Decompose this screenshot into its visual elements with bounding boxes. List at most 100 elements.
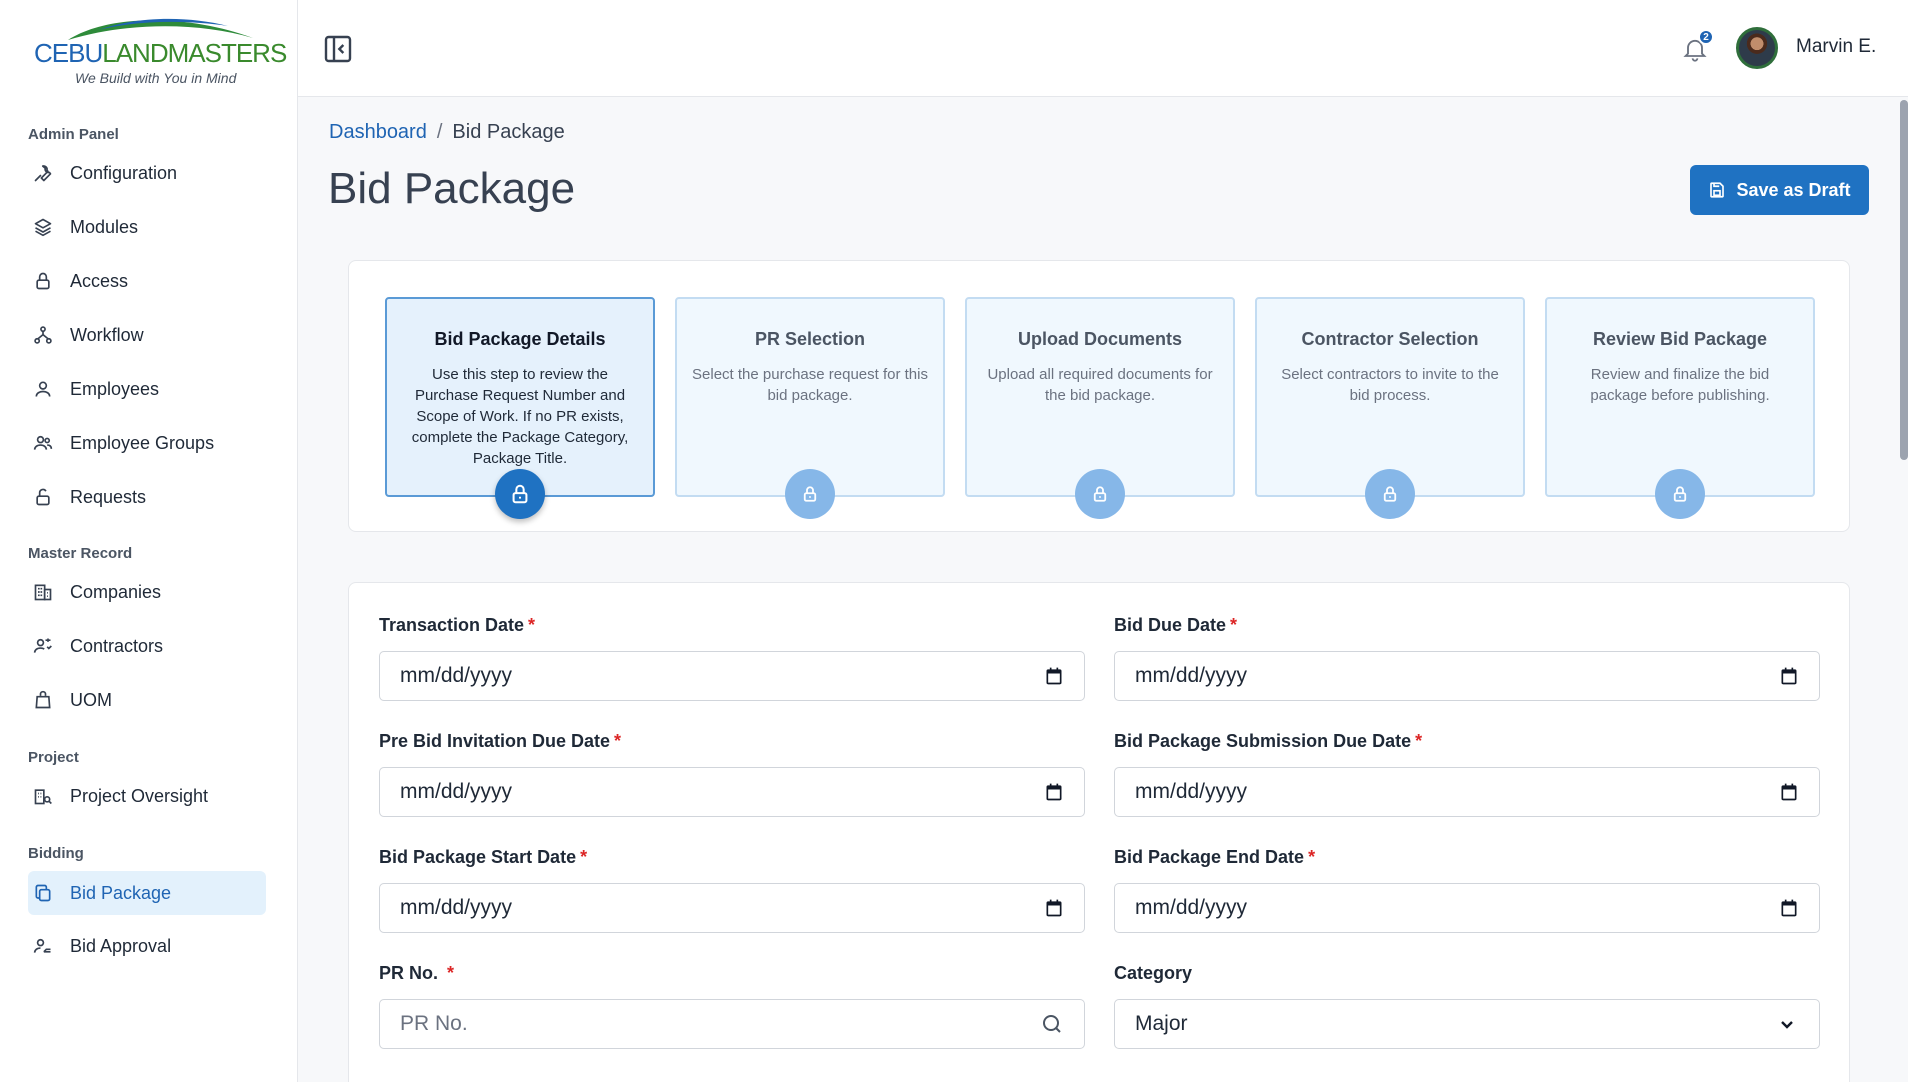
- sidebar-toggle-button[interactable]: [322, 33, 354, 65]
- search-icon[interactable]: [1040, 1012, 1064, 1036]
- save-as-draft-label: Save as Draft: [1736, 179, 1851, 200]
- step-description: Upload all required documents for the bi…: [987, 366, 1213, 404]
- workflow-icon: [32, 324, 54, 346]
- sidebar-item-label: Workflow: [70, 324, 144, 345]
- sidebar-item-requests[interactable]: Requests: [28, 475, 266, 519]
- sidebar-item-label: Bid Package: [70, 882, 172, 903]
- sidebar-item-label: Access: [70, 270, 129, 291]
- step-title: Bid Package Details: [434, 329, 606, 349]
- step-description: Select the purchase request for this bid…: [692, 366, 928, 404]
- page-scrollbar[interactable]: [1900, 100, 1908, 460]
- sidebar-item-label: Employee Groups: [70, 432, 215, 453]
- calendar-icon[interactable]: [1044, 898, 1064, 918]
- nav-section-project: Project: [28, 749, 79, 766]
- pre-bid-invitation-due-date-input[interactable]: mm/dd/yyyy: [379, 767, 1085, 817]
- sidebar-item-configuration[interactable]: Configuration: [28, 151, 266, 195]
- user-icon: [32, 378, 54, 400]
- weight-icon: [32, 689, 54, 711]
- step-title: Review Bid Package: [1592, 329, 1768, 349]
- bid-package-end-date-input[interactable]: mm/dd/yyyy: [1114, 883, 1820, 933]
- save-icon: [1708, 181, 1726, 199]
- user-name[interactable]: Marvin E.: [1796, 36, 1876, 58]
- sidebar-item-label: Project Oversight: [70, 785, 209, 806]
- sidebar-item-employee-groups[interactable]: Employee Groups: [28, 421, 266, 465]
- bid-due-date-input[interactable]: mm/dd/yyyy: [1114, 651, 1820, 701]
- user-avatar[interactable]: [1736, 27, 1778, 69]
- step-description: Review and finalize the bid package befo…: [1590, 366, 1770, 404]
- sidebar-item-label: Requests: [70, 486, 147, 507]
- copy-icon: [32, 882, 54, 904]
- save-as-draft-button[interactable]: Save as Draft: [1690, 165, 1869, 215]
- calendar-icon[interactable]: [1044, 782, 1064, 802]
- approval-icon: [32, 935, 54, 957]
- chevron-down-icon: [1781, 1021, 1793, 1029]
- category-select[interactable]: Major: [1114, 999, 1820, 1049]
- bid-package-submission-due-date-label: Bid Package Submission Due Date *: [1114, 731, 1423, 751]
- calendar-icon[interactable]: [1779, 898, 1799, 918]
- sidebar-item-label: Contractors: [70, 635, 164, 656]
- bid-package-form: Transaction Date * mm/dd/yyyy Bid Due Dat…: [348, 582, 1850, 1082]
- sidebar-item-label: Employees: [70, 378, 160, 399]
- sidebar-item-bid-package[interactable]: Bid Package: [28, 871, 266, 915]
- breadcrumb-dashboard-link[interactable]: Dashboard: [329, 121, 427, 143]
- bid-package-submission-due-date-input[interactable]: mm/dd/yyyy: [1114, 767, 1820, 817]
- sidebar-item-label: Configuration: [70, 162, 178, 183]
- bid-package-stepper: Bid Package Details Use this step to rev…: [348, 260, 1850, 532]
- sidebar-item-companies[interactable]: Companies: [28, 570, 266, 614]
- wrench-icon: [32, 162, 54, 184]
- unlock-icon: [32, 486, 54, 508]
- contractor-icon: [32, 635, 54, 657]
- step-title: PR Selection: [754, 329, 866, 349]
- nav-section-master-record: Master Record: [28, 545, 133, 562]
- building-icon: [32, 581, 54, 603]
- sidebar-item-label: Companies: [70, 581, 162, 602]
- step-review-bid-package[interactable]: Review Bid Package Review and finalize t…: [1545, 297, 1815, 519]
- sidebar-item-workflow[interactable]: Workflow: [28, 313, 266, 357]
- pre-bid-invitation-due-date-label: Pre Bid Invitation Due Date *: [379, 731, 622, 751]
- sidebar-item-uom[interactable]: UOM: [28, 678, 266, 722]
- sidebar-item-modules[interactable]: Modules: [28, 205, 266, 249]
- step-lock-icon: [1075, 469, 1125, 519]
- calendar-icon[interactable]: [1779, 666, 1799, 686]
- sidebar-item-bid-approval[interactable]: Bid Approval: [28, 924, 266, 968]
- transaction-date-input[interactable]: mm/dd/yyyy: [379, 651, 1085, 701]
- sidebar-item-employees[interactable]: Employees: [28, 367, 266, 411]
- calendar-icon[interactable]: [1044, 666, 1064, 686]
- sidebar-item-project-oversight[interactable]: Project Oversight: [28, 774, 266, 818]
- category-label: Category: [1114, 963, 1193, 983]
- step-contractor-selection[interactable]: Contractor Selection Select contractors …: [1255, 297, 1525, 519]
- project-icon: [32, 785, 54, 807]
- sidebar-item-contractors[interactable]: Contractors: [28, 624, 266, 668]
- nav-section-admin-panel: Admin Panel: [28, 126, 119, 143]
- calendar-icon[interactable]: [1779, 782, 1799, 802]
- sidebar-item-access[interactable]: Access: [28, 259, 266, 303]
- nav-section-bidding: Bidding: [28, 845, 84, 862]
- step-bid-package-details[interactable]: Bid Package Details Use this step to rev…: [385, 297, 655, 519]
- step-upload-documents[interactable]: Upload Documents Upload all required doc…: [965, 297, 1235, 519]
- lock-icon: [32, 270, 54, 292]
- bid-package-end-date-label: Bid Package End Date *: [1114, 847, 1316, 867]
- sidebar-collapse-icon: [324, 35, 352, 63]
- sidebar: CEBULANDMASTERS We Build with You in Min…: [0, 0, 298, 1082]
- step-title: Upload Documents: [1017, 329, 1182, 349]
- bid-package-start-date-input[interactable]: mm/dd/yyyy: [379, 883, 1085, 933]
- notification-count-badge: 2: [1698, 29, 1714, 45]
- step-pr-selection[interactable]: PR Selection Select the purchase request…: [675, 297, 945, 519]
- users-icon: [32, 432, 54, 454]
- layers-icon: [32, 216, 54, 238]
- breadcrumb-current: Bid Package: [452, 121, 565, 143]
- step-lock-icon: [495, 469, 545, 519]
- transaction-date-label: Transaction Date *: [379, 615, 536, 635]
- step-description: Select contractors to invite to the bid …: [1281, 366, 1499, 404]
- page-title: Bid Package: [328, 164, 576, 213]
- company-logo[interactable]: CEBULANDMASTERS We Build with You in Min…: [28, 12, 287, 88]
- step-lock-icon: [1655, 469, 1705, 519]
- logo-wordmark: CEBULANDMASTERS: [34, 38, 287, 68]
- pr-no-search-input[interactable]: PR No.: [379, 999, 1085, 1049]
- top-header: 2 Marvin E.: [298, 0, 1908, 97]
- bid-package-start-date-label: Bid Package Start Date *: [379, 847, 588, 867]
- sidebar-item-label: Bid Approval: [70, 935, 172, 956]
- sidebar-item-label: UOM: [70, 689, 112, 710]
- sidebar-item-label: Modules: [70, 216, 139, 237]
- logo-tagline: We Build with You in Mind: [75, 70, 237, 86]
